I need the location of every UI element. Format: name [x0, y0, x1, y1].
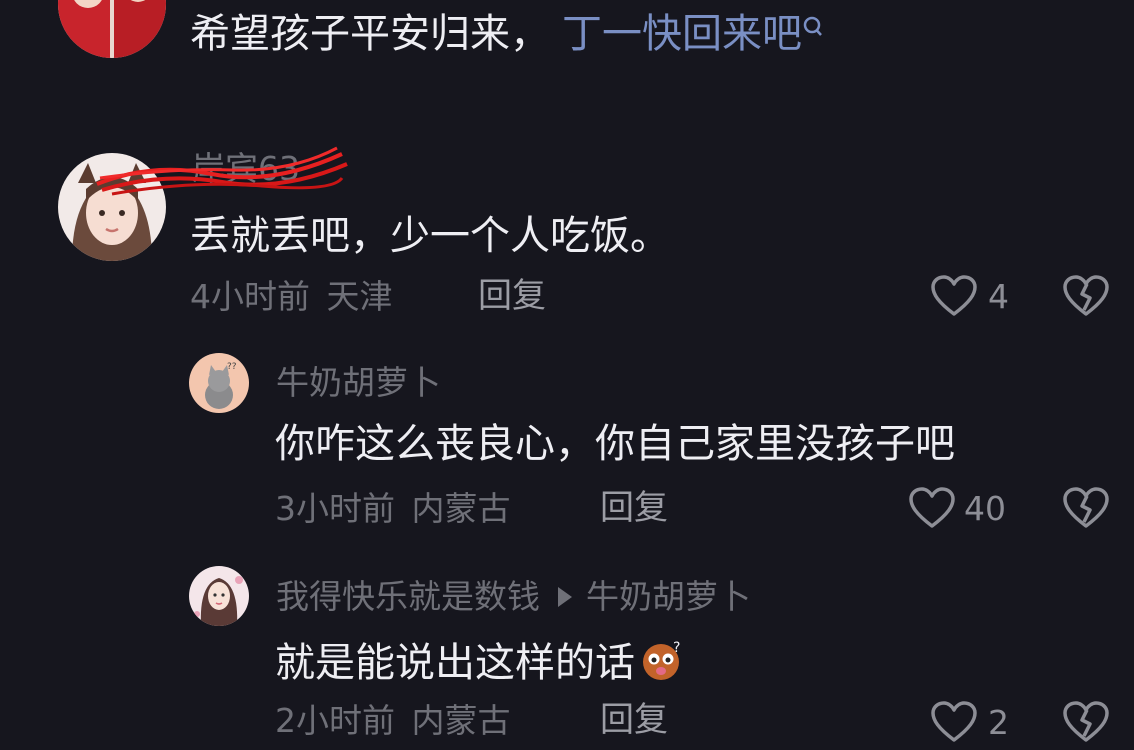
search-icon: [803, 16, 822, 36]
comment-meta: 4小时前 天津: [190, 280, 393, 313]
username[interactable]: 牛奶胡萝卜: [276, 366, 441, 399]
avatar[interactable]: [189, 566, 249, 626]
reply-to-username[interactable]: 牛奶胡萝卜: [586, 577, 751, 616]
location: 内蒙古: [411, 489, 511, 528]
heart-icon[interactable]: [930, 274, 978, 318]
comment-text: 你咋这么丧良心，你自己家里没孩子吧: [275, 421, 955, 467]
timestamp: 3小时前: [275, 489, 395, 528]
redaction-scribble: [96, 146, 348, 196]
like-count: 4: [988, 277, 1009, 316]
reply-button[interactable]: 回复: [600, 491, 668, 525]
reply-arrow-icon: [558, 587, 572, 607]
heart-icon[interactable]: [908, 486, 956, 530]
comment-text: 丢就丢吧，少一个人吃饭。: [190, 213, 670, 259]
emoji-icon: ?: [643, 640, 680, 680]
username[interactable]: 我得快乐就是数钱: [276, 577, 540, 616]
location: 内蒙古: [411, 701, 511, 740]
svg-text:?: ?: [673, 640, 680, 656]
svg-text:??: ??: [227, 362, 237, 372]
comment-body: 希望孩子平安归来，: [190, 11, 550, 57]
timestamp: 2小时前: [275, 701, 395, 740]
avatar[interactable]: [58, 0, 166, 58]
reply-button[interactable]: 回复: [600, 703, 668, 737]
username-line: 我得快乐就是数钱 牛奶胡萝卜: [276, 580, 751, 613]
dislike-icon[interactable]: [1062, 486, 1110, 530]
reply-button[interactable]: 回复: [478, 279, 546, 313]
timestamp: 4小时前: [190, 277, 310, 316]
comment-text: 希望孩子平安归来， 丁一快回来吧: [190, 14, 824, 54]
search-link-text[interactable]: 丁一快回来吧: [562, 11, 802, 57]
like-count: 2: [988, 703, 1009, 742]
like-count: 40: [964, 489, 1006, 528]
comment-text: 就是能说出这样的话 ?: [275, 638, 687, 683]
comment-meta: 3小时前 内蒙古: [275, 492, 511, 525]
comment-meta: 2小时前 内蒙古: [275, 704, 511, 737]
location: 天津: [326, 277, 393, 316]
avatar[interactable]: ??: [189, 353, 249, 413]
search-link[interactable]: 丁一快回来吧: [562, 11, 824, 57]
heart-icon[interactable]: [930, 700, 978, 744]
dislike-icon[interactable]: [1062, 700, 1110, 744]
dislike-icon[interactable]: [1062, 274, 1110, 318]
comment-body: 就是能说出这样的话: [275, 640, 635, 686]
